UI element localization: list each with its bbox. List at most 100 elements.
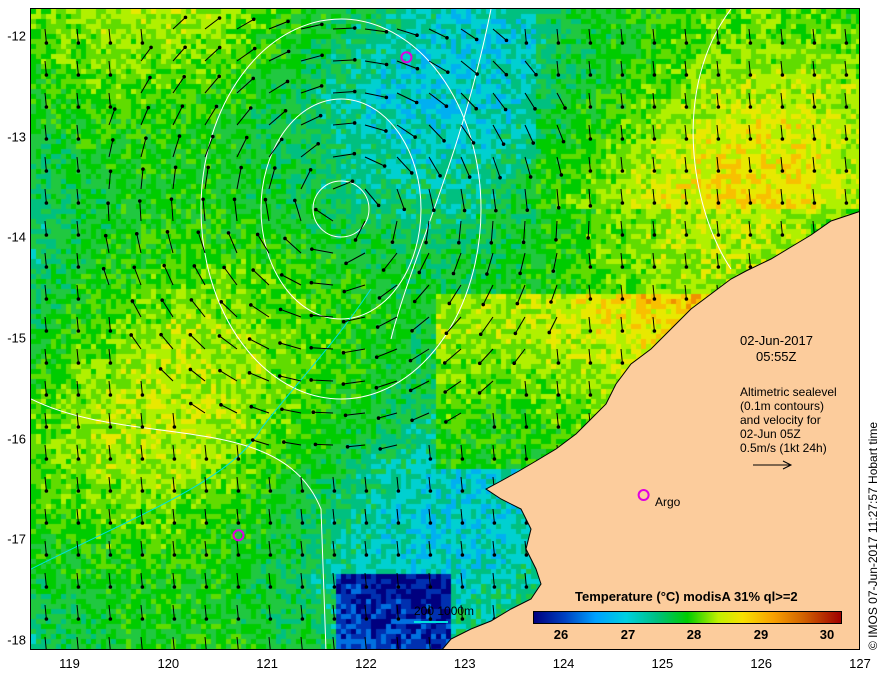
arrow-head bbox=[438, 173, 442, 178]
velocity-arrow bbox=[204, 508, 207, 524]
arrow-head bbox=[141, 649, 145, 650]
credit-text: © IMOS 07-Jun-2017 11:27:57 Hobart time bbox=[866, 421, 880, 650]
arrow-head bbox=[477, 391, 482, 395]
legend-line: (0.1m contours) bbox=[740, 399, 825, 413]
arrow-head bbox=[108, 361, 113, 365]
arrow-head bbox=[44, 457, 49, 461]
arrow-head bbox=[226, 231, 231, 235]
arrow-head bbox=[813, 649, 817, 650]
velocity-arrow bbox=[428, 444, 431, 460]
velocity-arrow bbox=[251, 406, 270, 414]
arrow-head bbox=[189, 298, 194, 302]
velocity-arrow bbox=[76, 60, 79, 76]
velocity-arrow bbox=[108, 572, 111, 588]
velocity-arrow bbox=[524, 28, 527, 44]
velocity-arrow bbox=[524, 572, 527, 588]
arrow-head bbox=[76, 617, 81, 621]
arrow-head bbox=[586, 236, 590, 240]
velocity-arrow bbox=[479, 380, 494, 394]
arrow-head bbox=[172, 585, 177, 589]
velocity-arrow bbox=[204, 167, 209, 190]
arrow-head bbox=[588, 169, 593, 173]
velocity-arrow bbox=[444, 380, 462, 393]
velocity-arrow bbox=[480, 316, 494, 335]
arrow-head bbox=[446, 70, 450, 74]
velocity-arrow bbox=[556, 348, 559, 364]
arrow-head bbox=[204, 521, 209, 525]
velocity-arrow bbox=[76, 572, 79, 588]
velocity-arrow bbox=[300, 143, 319, 158]
map-overlay: Argo bbox=[31, 9, 859, 650]
argo-float-marker[interactable] bbox=[400, 51, 413, 64]
velocity-arrow bbox=[44, 188, 47, 204]
velocity-arrow bbox=[364, 476, 367, 492]
velocity-arrow bbox=[252, 269, 270, 286]
arrow-head bbox=[108, 489, 113, 493]
arrow-head bbox=[263, 197, 268, 202]
velocity-arrow bbox=[300, 636, 303, 649]
velocity-arrow bbox=[76, 124, 79, 140]
sst-map[interactable]: Argo bbox=[30, 8, 860, 650]
velocity-arrow bbox=[556, 124, 564, 142]
velocity-arrow bbox=[588, 124, 591, 140]
arrow-head bbox=[44, 73, 49, 77]
velocity-arrow bbox=[460, 508, 463, 524]
velocity-arrow bbox=[204, 540, 207, 556]
velocity-arrow bbox=[492, 508, 495, 524]
arrow-head bbox=[160, 298, 164, 302]
arrow-head bbox=[460, 553, 465, 557]
velocity-arrow bbox=[139, 201, 142, 222]
x-tick-label: 119 bbox=[59, 656, 80, 671]
velocity-arrow bbox=[523, 220, 526, 243]
arrow-head bbox=[652, 329, 657, 333]
velocity-arrow bbox=[492, 124, 505, 145]
arrow-head bbox=[108, 617, 113, 621]
arrow-head bbox=[415, 33, 419, 38]
velocity-arrow bbox=[268, 81, 288, 94]
velocity-arrow bbox=[460, 92, 477, 110]
velocity-arrow bbox=[204, 76, 220, 94]
velocity-arrow bbox=[130, 334, 142, 350]
velocity-arrow bbox=[140, 28, 143, 44]
velocity-arrow bbox=[220, 404, 238, 414]
arrow-head bbox=[384, 62, 389, 67]
arrow-head bbox=[76, 393, 81, 397]
velocity-arrow bbox=[620, 252, 623, 268]
velocity-arrow bbox=[460, 476, 463, 492]
velocity-arrow bbox=[172, 444, 175, 460]
arrow-head bbox=[533, 107, 537, 111]
arrow-head bbox=[300, 585, 305, 589]
arrow-head bbox=[443, 390, 447, 394]
arrow-head bbox=[300, 553, 305, 557]
arrow-head bbox=[158, 367, 163, 371]
velocity-arrow bbox=[172, 540, 175, 556]
arrow-head bbox=[283, 109, 288, 113]
arrow-head bbox=[396, 521, 401, 525]
velocity-arrow bbox=[44, 476, 47, 492]
velocity-arrow bbox=[172, 17, 186, 30]
arrow-head bbox=[252, 46, 257, 51]
velocity-arrow bbox=[556, 188, 560, 208]
argo-float-marker[interactable] bbox=[232, 529, 245, 542]
velocity-arrow bbox=[236, 604, 239, 620]
arrow-head bbox=[503, 107, 508, 112]
arrow-head bbox=[556, 73, 561, 77]
velocity-arrow bbox=[378, 412, 398, 419]
y-tick-label: -16 bbox=[7, 431, 26, 447]
arrow-head bbox=[76, 553, 81, 557]
velocity-arrow bbox=[588, 156, 591, 172]
velocity-arrow bbox=[236, 78, 254, 94]
velocity-arrow bbox=[108, 60, 111, 76]
velocity-arrow bbox=[76, 540, 79, 556]
arrow-head bbox=[716, 233, 721, 237]
velocity-arrow bbox=[428, 28, 448, 39]
arrow-head bbox=[205, 649, 209, 650]
arrow-head bbox=[428, 521, 433, 525]
arrow-head bbox=[214, 104, 219, 109]
arrow-head bbox=[684, 201, 689, 205]
velocity-arrow bbox=[548, 316, 558, 333]
arrow-head bbox=[108, 521, 113, 525]
velocity-arrow bbox=[268, 636, 271, 649]
velocity-arrow bbox=[44, 540, 47, 556]
velocity-arrow bbox=[204, 444, 207, 460]
